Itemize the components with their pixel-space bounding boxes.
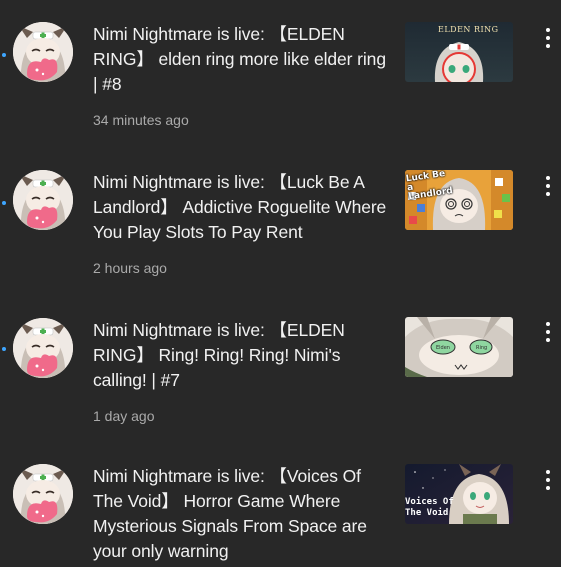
channel-avatar[interactable] [13,318,73,378]
timestamp: 34 minutes ago [93,112,189,128]
svg-text:Ring: Ring [476,345,487,351]
notification-text: Nimi Nightmare is live: 【Luck Be A Landl… [93,170,389,278]
channel-avatar[interactable] [13,22,73,82]
channel-avatar[interactable] [13,170,73,230]
more-vertical-icon[interactable] [538,320,558,344]
video-title[interactable]: Nimi Nightmare is live: 【ELDEN RING】 Rin… [93,318,389,393]
notification-text: Nimi Nightmare is live: 【ELDEN RING】 eld… [93,22,389,130]
notification-text: Nimi Nightmare is live: 【ELDEN RING】 Rin… [93,318,389,426]
timestamp: 1 day ago [93,408,155,424]
video-thumbnail[interactable]: Elden Ring [405,317,513,377]
more-vertical-icon[interactable] [538,468,558,492]
notification-list: Nimi Nightmare is live: 【ELDEN RING】 eld… [0,0,561,567]
video-title[interactable]: Nimi Nightmare is live: 【Voices Of The V… [93,464,389,564]
svg-text:Elden: Elden [436,345,450,351]
unread-dot-icon [2,53,6,57]
video-title[interactable]: Nimi Nightmare is live: 【ELDEN RING】 eld… [93,22,389,97]
video-thumbnail[interactable]: Luck Be a Landlord [405,170,513,230]
more-vertical-icon[interactable] [538,26,558,50]
channel-avatar[interactable] [13,464,73,524]
timestamp: 2 hours ago [93,260,167,276]
thumbnail-caption: ELDEN RING [438,25,499,34]
notification-text: Nimi Nightmare is live: 【Voices Of The V… [93,464,389,567]
more-vertical-icon[interactable] [538,174,558,198]
video-thumbnail[interactable]: Voices Of The Void [405,464,513,524]
video-title[interactable]: Nimi Nightmare is live: 【Luck Be A Landl… [93,170,389,245]
unread-dot-icon [2,201,6,205]
thumbnail-caption: Voices Of The Void [405,497,454,518]
video-thumbnail[interactable]: ELDEN RING [405,22,513,82]
unread-dot-icon [2,347,6,351]
